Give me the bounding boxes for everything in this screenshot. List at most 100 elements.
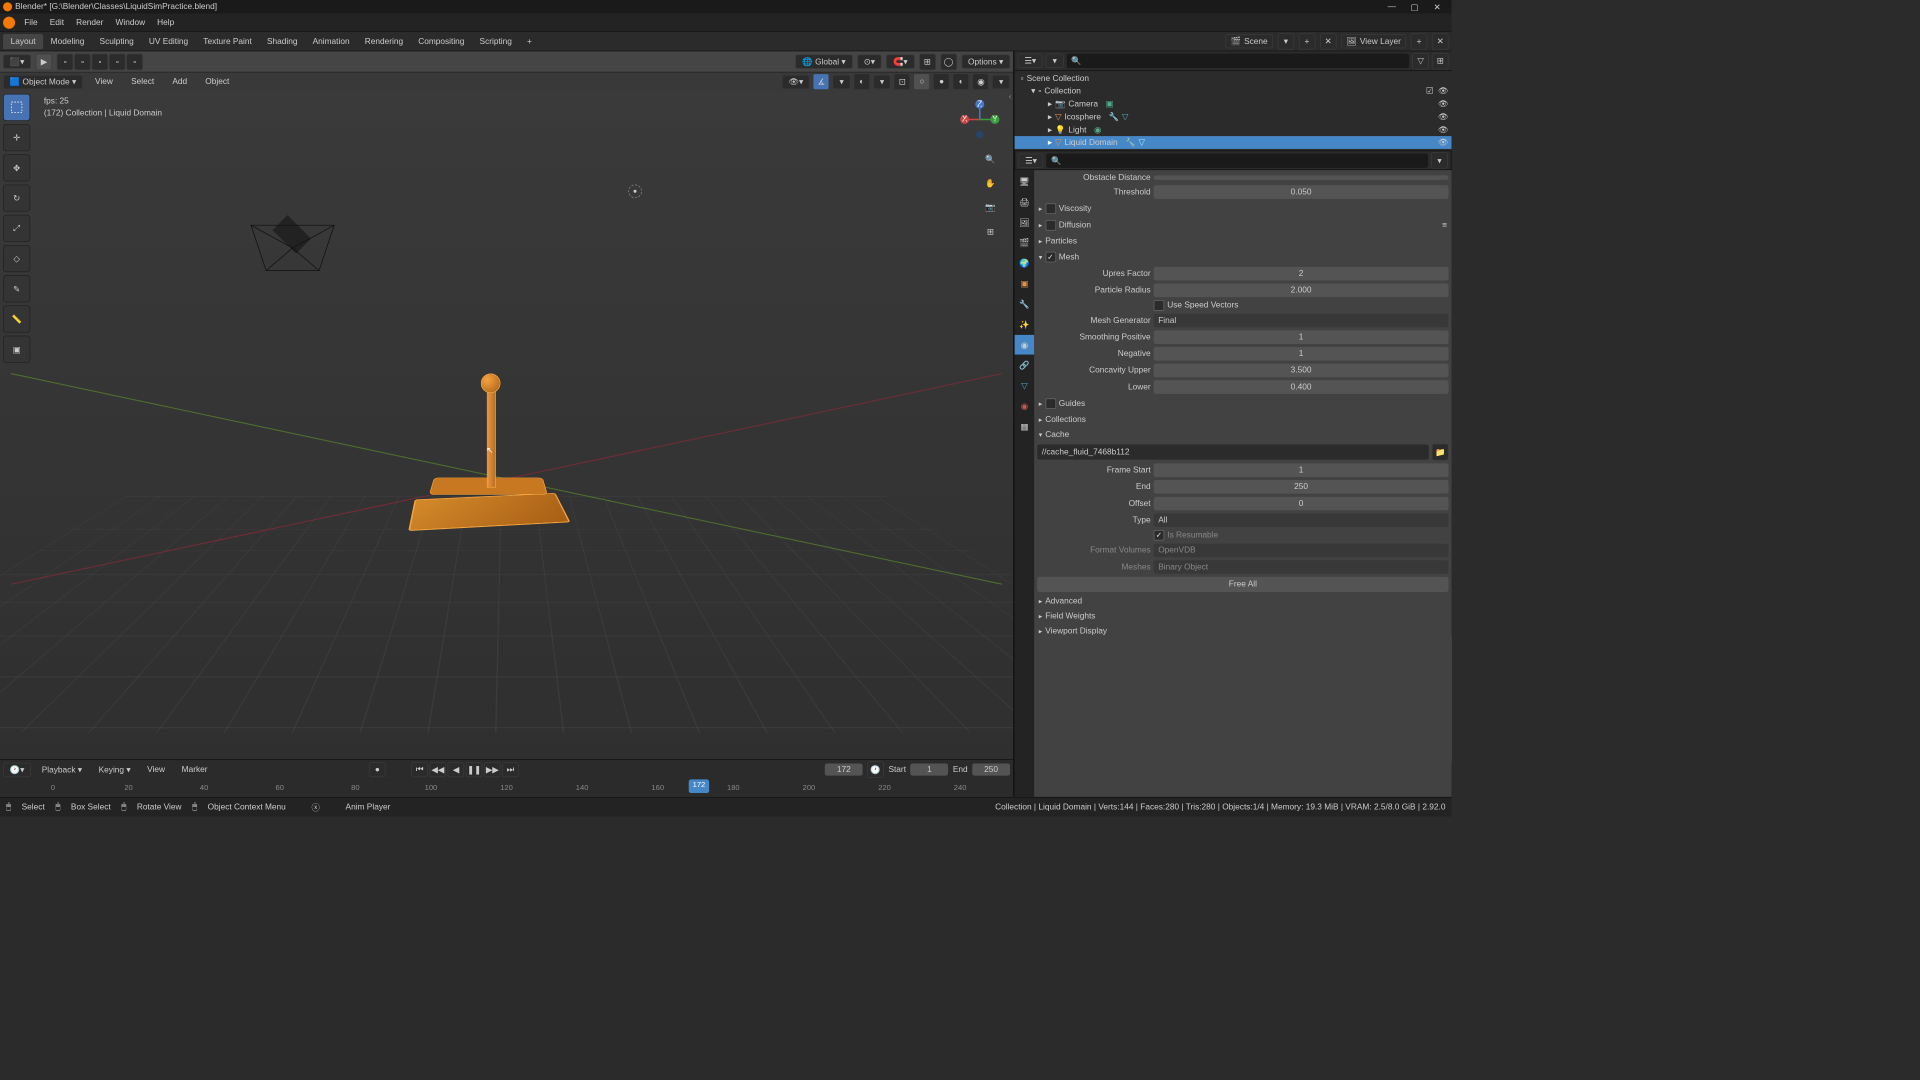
- viewlayer-delete-icon[interactable]: ✕: [1432, 33, 1449, 50]
- panel-particles[interactable]: Particles: [1037, 234, 1448, 249]
- tool-measure[interactable]: 📏: [3, 305, 30, 332]
- select-mode-4[interactable]: ▫: [109, 53, 126, 70]
- light-object[interactable]: [628, 184, 642, 198]
- shading-solid[interactable]: ●: [933, 73, 950, 90]
- viewport-3d[interactable]: ✛ ✥ ↻ ⤢ ◇ ✎ 📏 ▣ fps: 25 (172) Collection…: [0, 91, 1013, 759]
- file-menu[interactable]: File: [18, 18, 44, 27]
- mesh-checkbox[interactable]: [1045, 252, 1056, 263]
- camera-object[interactable]: [243, 218, 341, 286]
- help-menu[interactable]: Help: [151, 18, 180, 27]
- viscosity-checkbox[interactable]: [1045, 203, 1056, 214]
- ptab-render[interactable]: 🖥: [1015, 172, 1035, 192]
- panel-collections[interactable]: Collections: [1037, 412, 1448, 427]
- timeline-track[interactable]: 0 20 40 60 80 100 120 140 160 180 200 22…: [0, 779, 1013, 796]
- meshes-value[interactable]: Binary Object: [1154, 560, 1449, 574]
- preset-menu-icon[interactable]: ≡: [1442, 221, 1447, 230]
- preview-range-icon[interactable]: 🕐: [867, 761, 884, 778]
- xray-toggle[interactable]: ⊡: [894, 73, 911, 90]
- tool-move[interactable]: ✥: [3, 154, 30, 181]
- folder-browse-icon[interactable]: 📁: [1432, 444, 1449, 461]
- tool-rotate[interactable]: ↻: [3, 184, 30, 211]
- checkbox-icon[interactable]: ☑: [1426, 86, 1433, 96]
- tree-collection[interactable]: ▾ ▫ Collection ☑: [1015, 85, 1452, 98]
- tab-layout[interactable]: Layout: [3, 34, 43, 49]
- tab-uv-editing[interactable]: UV Editing: [141, 34, 195, 49]
- proportional-edit[interactable]: ◯: [940, 53, 957, 70]
- scene-delete-icon[interactable]: ✕: [1320, 33, 1337, 50]
- concavity-upper-value[interactable]: 3.500: [1154, 364, 1449, 378]
- marker-menu[interactable]: Marker: [176, 765, 214, 774]
- panel-cache[interactable]: Cache: [1037, 427, 1448, 442]
- tree-camera[interactable]: ▸ 📷 Camera ▣: [1015, 98, 1452, 111]
- sidebar-collapse-icon[interactable]: ‹: [1009, 92, 1012, 101]
- editor-type-selector[interactable]: ⬛▾: [3, 54, 31, 68]
- maximize-button[interactable]: ▢: [1403, 2, 1426, 12]
- panel-diffusion[interactable]: Diffusion≡: [1037, 217, 1448, 234]
- gizmo-toggle[interactable]: ∡: [813, 73, 830, 90]
- jump-end-button[interactable]: ⏭: [502, 762, 519, 777]
- camera-view-icon[interactable]: 📷: [981, 198, 999, 216]
- panel-mesh[interactable]: Mesh: [1037, 249, 1448, 266]
- zoom-icon[interactable]: 🔍: [981, 150, 999, 168]
- obstacle-distance-value[interactable]: [1154, 175, 1449, 180]
- select-mode-1[interactable]: ▫: [57, 53, 74, 70]
- view-menu[interactable]: View: [89, 77, 119, 86]
- shading-dropdown[interactable]: ▾: [992, 74, 1010, 88]
- tab-compositing[interactable]: Compositing: [411, 34, 472, 49]
- type-value[interactable]: All: [1154, 513, 1449, 527]
- free-all-button[interactable]: Free All: [1037, 577, 1448, 592]
- ptab-modifiers[interactable]: 🔧: [1015, 294, 1035, 314]
- particle-radius-value[interactable]: 2.000: [1154, 284, 1449, 298]
- speed-vectors-checkbox[interactable]: [1154, 300, 1165, 311]
- scene-browse-icon[interactable]: ▾: [1277, 33, 1294, 50]
- ptab-world[interactable]: 🌍: [1015, 253, 1035, 273]
- select-menu[interactable]: Select: [125, 77, 160, 86]
- pause-button[interactable]: ❚❚: [466, 762, 483, 777]
- cursor-tool-icon[interactable]: ▶: [36, 53, 53, 70]
- panel-viscosity[interactable]: Viscosity: [1037, 200, 1448, 217]
- pivot-point[interactable]: ⊙▾: [857, 54, 882, 68]
- props-options-icon[interactable]: ▾: [1431, 152, 1448, 169]
- edit-menu[interactable]: Edit: [44, 18, 70, 27]
- outliner-new-collection-icon[interactable]: ⊞: [1432, 53, 1449, 70]
- tool-annotate[interactable]: ✎: [3, 275, 30, 302]
- lower-value[interactable]: 0.400: [1154, 380, 1449, 394]
- pan-icon[interactable]: ✋: [981, 174, 999, 192]
- ptab-material[interactable]: ◉: [1015, 396, 1035, 416]
- outliner-editor-selector[interactable]: ☰▾: [1018, 54, 1043, 68]
- liquid-domain-object[interactable]: [405, 378, 571, 544]
- panel-advanced[interactable]: Advanced: [1037, 593, 1448, 608]
- minimize-button[interactable]: —: [1380, 2, 1403, 11]
- select-mode-5[interactable]: ▫: [126, 53, 143, 70]
- jump-start-button[interactable]: ⏮: [411, 762, 428, 777]
- overlay-dropdown[interactable]: ▾: [873, 74, 891, 88]
- mesh-generator-value[interactable]: Final: [1154, 314, 1449, 328]
- perspective-icon[interactable]: ⊞: [981, 222, 999, 240]
- close-button[interactable]: ✕: [1426, 2, 1449, 12]
- ptab-scene[interactable]: 🎬: [1015, 233, 1035, 253]
- tool-cursor[interactable]: ✛: [3, 124, 30, 151]
- object-menu[interactable]: Object: [199, 77, 235, 86]
- visibility-dropdown[interactable]: 👁▾: [782, 74, 810, 88]
- tab-sculpting[interactable]: Sculpting: [92, 34, 141, 49]
- format-volumes-value[interactable]: OpenVDB: [1154, 544, 1449, 558]
- visibility-icon[interactable]: [1438, 112, 1449, 122]
- scene-selector[interactable]: 🎬 Scene: [1225, 34, 1273, 48]
- snap-toggle[interactable]: ⊞: [919, 53, 936, 70]
- outliner-search[interactable]: 🔍: [1067, 54, 1410, 68]
- overlay-toggle[interactable]: ◐: [853, 73, 870, 90]
- timeline-editor-selector[interactable]: 🕐▾: [3, 762, 31, 776]
- select-mode-3[interactable]: ▫: [92, 53, 109, 70]
- resumable-checkbox[interactable]: [1154, 530, 1165, 541]
- add-menu[interactable]: Add: [166, 77, 193, 86]
- offset-value[interactable]: 0: [1154, 497, 1449, 511]
- outliner-filter-icon[interactable]: ▽: [1412, 53, 1429, 70]
- render-menu[interactable]: Render: [70, 18, 109, 27]
- scene-new-icon[interactable]: +: [1299, 33, 1316, 50]
- ptab-texture[interactable]: ▦: [1015, 417, 1035, 437]
- options-dropdown[interactable]: Options ▾: [961, 54, 1010, 68]
- negative-value[interactable]: 1: [1154, 347, 1449, 361]
- smoothing-positive-value[interactable]: 1: [1154, 330, 1449, 344]
- tab-rendering[interactable]: Rendering: [357, 34, 410, 49]
- gizmo-dropdown[interactable]: ▾: [833, 74, 851, 88]
